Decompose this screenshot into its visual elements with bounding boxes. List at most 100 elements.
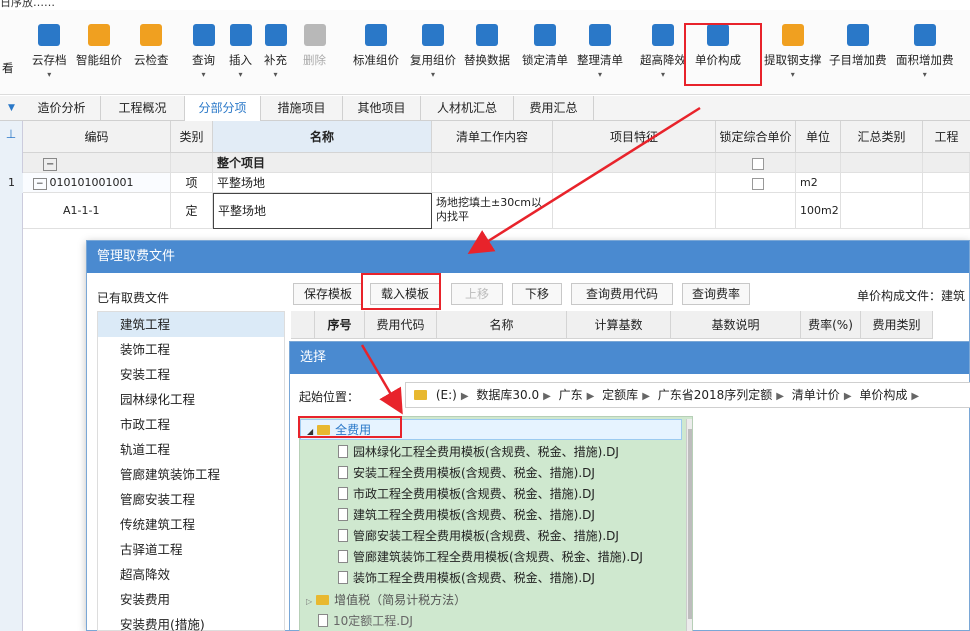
tree-folder-vat[interactable]: ▷ 增值税（简易计税方法） — [306, 590, 466, 611]
list-item[interactable]: 轨道工程 — [98, 437, 284, 462]
col-name[interactable]: 名称 — [213, 121, 432, 153]
list-item[interactable]: 安装费用(措施) — [98, 612, 284, 631]
list-item[interactable]: 建筑工程 — [98, 312, 284, 337]
list-item[interactable]: 超高降效 — [98, 562, 284, 587]
col-type[interactable]: 类别 — [171, 121, 213, 153]
tree-file[interactable]: 装饰工程全费用模板(含规费、税金、措施).DJ — [338, 568, 595, 589]
lock-list-button[interactable]: 锁定清单 — [522, 24, 568, 68]
list-item[interactable]: 古驿道工程 — [98, 537, 284, 562]
path-breadcrumb[interactable]: (E:) ▶ 数据库30.0 ▶ 广东 ▶ 定额库 ▶ 广东省2018序列定额 ▶ 清单计… — [405, 382, 970, 408]
tree-file[interactable]: 市政工程全费用模板(含规费、税金、措施).DJ — [338, 484, 595, 505]
table-row[interactable]: A1-1-1 — [23, 193, 171, 229]
tab-fee-summary[interactable]: 费用汇总 — [514, 96, 594, 121]
unit-file-label: 单价构成文件：建筑 — [857, 289, 966, 303]
file-icon — [338, 508, 348, 521]
cloud-upload-icon — [38, 24, 61, 46]
file-icon — [338, 571, 348, 584]
reuse-price-icon — [422, 24, 444, 46]
tree-scrollbar[interactable] — [686, 419, 692, 631]
query-button[interactable]: 查询 ▾ — [192, 24, 215, 79]
file-icon — [338, 550, 348, 563]
tree-file[interactable]: 安装工程全费用模板(含规费、税金、措施).DJ — [338, 463, 595, 484]
folder-icon — [316, 595, 330, 605]
collapse-toggle-icon[interactable]: − — [33, 178, 47, 190]
list-item[interactable]: 传统建筑工程 — [98, 512, 284, 537]
std-price-button[interactable]: 标准组价 — [353, 24, 399, 68]
col-calc-base[interactable]: 计算基数 — [567, 311, 671, 339]
tree-file[interactable]: 建筑工程全费用模板(含规费、税金、措施).DJ — [338, 505, 595, 526]
file-icon — [338, 445, 348, 458]
tree-file[interactable]: 园林绿化工程全费用模板(含规费、税金、措施).DJ — [338, 442, 619, 463]
list-item[interactable]: 装饰工程 — [98, 337, 284, 362]
save-template-button[interactable]: 保存模板 — [293, 283, 363, 305]
row-type: 定 — [171, 193, 213, 229]
ribbon-toolbar: 看 云存档 ▾ 智能组价 云检查 查询 ▾ 插入 ▾ 补充 ▾ 删除 标准组价 复用组价… — [0, 10, 970, 95]
list-item[interactable]: 安装费用 — [98, 587, 284, 612]
steel-support-button[interactable]: 提取钢支撑 ▾ — [764, 24, 822, 79]
col-code[interactable]: 编码 — [23, 121, 171, 153]
delete-button[interactable]: 删除 — [303, 24, 326, 68]
move-down-button[interactable]: 下移 — [512, 283, 562, 305]
sub-fee-button[interactable]: 子目增加费 — [829, 24, 887, 68]
organize-icon — [589, 24, 611, 46]
list-item[interactable]: 管廊建筑装饰工程 — [98, 462, 284, 487]
row-name-input[interactable]: 平整场地 — [213, 193, 432, 229]
col-unit[interactable]: 单位 — [796, 121, 841, 153]
highlight-all-fee-folder — [298, 416, 402, 438]
col-base-desc[interactable]: 基数说明 — [671, 311, 801, 339]
row-number: 1 — [0, 173, 23, 193]
pin-icon[interactable]: ⊥ — [0, 127, 22, 141]
lock-checkbox[interactable] — [751, 157, 764, 170]
col-fee-code[interactable]: 费用代码 — [365, 311, 437, 339]
lock-checkbox[interactable] — [751, 177, 764, 190]
collapse-toggle-icon[interactable]: − — [43, 158, 58, 171]
replace-data-button[interactable]: 替换数据 — [464, 24, 510, 68]
tab-measures[interactable]: 措施项目 — [261, 96, 343, 121]
file-icon — [338, 466, 348, 479]
trash-icon — [303, 24, 326, 46]
supplement-button[interactable]: 补充 ▾ — [264, 24, 287, 79]
scroll-thumb[interactable] — [688, 429, 692, 619]
table-row[interactable]: − — [23, 153, 171, 173]
reuse-price-button[interactable]: 复用组价 ▾ — [410, 24, 456, 79]
list-item[interactable]: 园林绿化工程 — [98, 387, 284, 412]
insert-icon — [229, 24, 252, 46]
tab-materials[interactable]: 人材机汇总 — [421, 96, 514, 121]
query-rate-button[interactable]: 查询费率 — [682, 283, 750, 305]
col-fee-type[interactable]: 费用类别 — [861, 311, 933, 339]
view-button[interactable]: 看 — [2, 54, 14, 76]
col-seq[interactable]: 序号 — [315, 311, 365, 339]
list-item[interactable]: 市政工程 — [98, 412, 284, 437]
list-item[interactable]: 管廊安装工程 — [98, 487, 284, 512]
highlight-load-template — [361, 273, 441, 310]
col-fee-name[interactable]: 名称 — [437, 311, 567, 339]
organize-list-button[interactable]: 整理清单 ▾ — [577, 24, 623, 79]
insert-button[interactable]: 插入 ▾ — [229, 24, 252, 79]
tree-file[interactable]: 管廊建筑装饰工程全费用模板(含规费、税金、措施).DJ — [338, 547, 643, 568]
table-row[interactable]: −010101001001 — [23, 173, 171, 193]
cloud-save-button[interactable]: 云存档 ▾ — [32, 24, 67, 79]
tab-other[interactable]: 其他项目 — [343, 96, 421, 121]
tab-sub-items[interactable]: 分部分项 — [185, 96, 261, 121]
col-rate[interactable]: 费率(%) — [801, 311, 861, 339]
tab-overview[interactable]: 工程概况 — [101, 96, 185, 121]
cloud-check-button[interactable]: 云检查 — [134, 24, 169, 68]
move-up-button[interactable]: 上移 — [451, 283, 503, 305]
query-fee-code-button[interactable]: 查询费用代码 — [571, 283, 673, 305]
tree-file[interactable]: 10定额工程.DJ — [318, 611, 413, 631]
col-lock-price[interactable]: 锁定综合单价 — [716, 121, 796, 153]
replace-icon — [476, 24, 498, 46]
area-fee-button[interactable]: 面积增加费 ▾ — [896, 24, 954, 79]
col-work[interactable]: 清单工作内容 — [432, 121, 553, 153]
start-location-label: 起始位置： — [299, 390, 360, 404]
collapsed-icon[interactable]: ▷ — [306, 597, 312, 606]
tab-cost-analysis[interactable]: 造价分析 — [23, 96, 101, 121]
tree-file[interactable]: 管廊安装工程全费用模板(含规费、税金、措施).DJ — [338, 526, 619, 547]
list-item[interactable]: 安装工程 — [98, 362, 284, 387]
col-summary-type[interactable]: 汇总类别 — [841, 121, 923, 153]
super-height-button[interactable]: 超高降效 ▾ — [640, 24, 686, 79]
collapse-icon[interactable]: ▼ — [0, 96, 23, 121]
col-feature[interactable]: 项目特征 — [553, 121, 716, 153]
col-project[interactable]: 工程 — [923, 121, 970, 153]
smart-price-button[interactable]: 智能组价 — [76, 24, 122, 68]
